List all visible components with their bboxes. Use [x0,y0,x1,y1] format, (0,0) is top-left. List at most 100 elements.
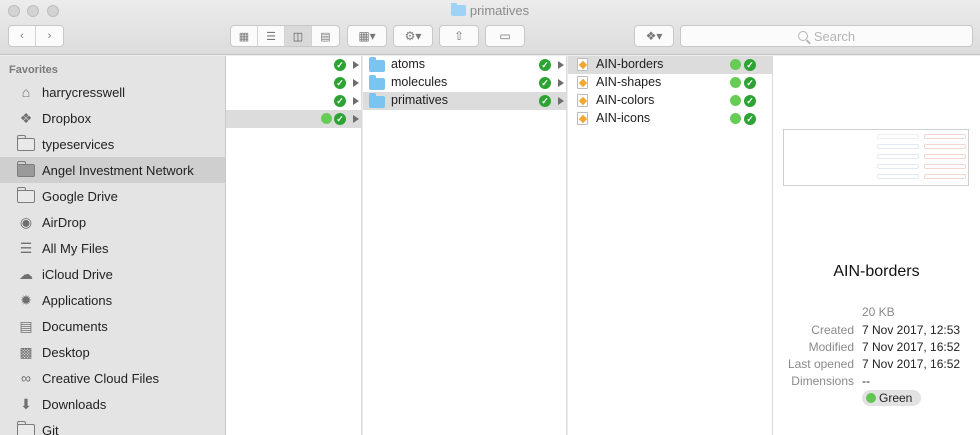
folder-icon [369,75,385,90]
sidebar-heading-favorites: Favorites [9,64,58,76]
disclosure-arrow-icon [558,79,564,87]
forward-button[interactable]: › [36,26,63,46]
sync-check-icon: ✓ [334,59,346,71]
sidebar-item-harrycresswell[interactable]: ⌂ harrycresswell [0,79,225,105]
window-titlebar: primatives ‹ › ▦ ☰ ◫ ▤ ▦▾ ⚙▾ ⇧ ▭ ❖▾ Sear… [0,0,980,55]
disclosure-arrow-icon [558,97,564,105]
cover-flow-button[interactable]: ▤ [312,26,339,46]
sidebar-item-label: Google Drive [42,188,118,204]
grid-icon: ▦ [238,30,250,43]
sync-check-icon: ✓ [744,77,756,89]
sync-check-icon: ✓ [334,95,346,107]
folder-icon [16,160,36,179]
all-files-icon: ☰ [19,239,33,256]
share-icon: ⇧ [453,29,465,43]
sidebar-item-downloads[interactable]: ⬇ Downloads [0,391,225,417]
sidebar-item-label: Documents [42,318,108,334]
list-item-primatives[interactable]: primatives ✓ [363,92,566,110]
sidebar-item-typeservices[interactable]: typeservices [0,131,225,157]
gear-icon: ⚙▾ [404,29,422,43]
dropbox-icon: ❖▾ [645,29,663,43]
sidebar-item-applications[interactable]: ✹ Applications [0,287,225,313]
applications-icon: ✹ [20,291,32,308]
disclosure-arrow-icon [353,79,359,87]
navigation-buttons: ‹ › [8,25,64,47]
sync-check-icon: ✓ [539,77,551,89]
tags-button[interactable]: ▭ [485,25,525,47]
list-icon: ☰ [266,30,276,43]
list-item-ain-shapes[interactable]: AIN-shapes ✓ [568,74,772,92]
sync-check-icon: ✓ [744,113,756,125]
arrange-grid-icon: ▦▾ [358,29,376,43]
action-button[interactable]: ⚙▾ [393,25,433,47]
green-tag-dot-icon [730,95,741,106]
list-item-atoms[interactable]: atoms ✓ [363,56,566,74]
list-item-ain-icons[interactable]: AIN-icons ✓ [568,110,772,128]
list-item[interactable]: ✓ [226,74,361,92]
last-opened-value: 7 Nov 2017, 16:52 [862,357,961,371]
sync-check-icon: ✓ [334,77,346,89]
list-item-label: AIN-shapes [596,75,662,89]
sidebar-item-icloud-drive[interactable]: ☁ iCloud Drive [0,261,225,287]
dropbox-icon: ❖ [19,109,33,126]
file-thumbnail[interactable] [783,129,969,186]
list-item[interactable]: ✓ [226,56,361,74]
created-label: Created [811,323,854,337]
sidebar-item-label: Creative Cloud Files [42,370,160,386]
sidebar: Favorites ⌂ harrycresswell ❖ Dropbox typ… [0,56,226,435]
green-tag-dot-icon [321,113,332,124]
disclosure-arrow-icon [353,115,359,123]
sidebar-item-documents[interactable]: ▤ Documents [0,313,225,339]
tag-icon: ▭ [499,29,511,43]
sync-check-icon: ✓ [744,59,756,71]
sidebar-item-label: iCloud Drive [42,266,113,282]
folder-icon [369,57,385,72]
tag-badge-green[interactable]: Green [862,390,922,406]
list-item-ain-colors[interactable]: AIN-colors ✓ [568,92,772,110]
sync-check-icon: ✓ [744,95,756,107]
list-item-label: primatives [391,93,448,107]
cloud-icon: ☁ [19,265,33,282]
folder-icon [369,93,385,108]
list-item[interactable]: ✓ [226,92,361,110]
downloads-icon: ⬇ [20,395,32,412]
dropbox-menu-button[interactable]: ❖▾ [634,25,674,47]
sidebar-item-airdrop[interactable]: ◉ AirDrop [0,209,225,235]
icon-view-button[interactable]: ▦ [231,26,258,46]
arrange-button[interactable]: ▦▾ [347,25,387,47]
disclosure-arrow-icon [558,61,564,69]
list-item-molecules[interactable]: molecules ✓ [363,74,566,92]
sidebar-item-desktop[interactable]: ▩ Desktop [0,339,225,365]
browser-column-2: atoms ✓ molecules ✓ primatives ✓ [363,56,567,435]
sidebar-item-all-my-files[interactable]: ☰ All My Files [0,235,225,261]
view-mode-control: ▦ ☰ ◫ ▤ [230,25,340,47]
list-view-button[interactable]: ☰ [258,26,285,46]
sidebar-item-dropbox[interactable]: ❖ Dropbox [0,105,225,131]
sidebar-item-google-drive[interactable]: Google Drive [0,183,225,209]
share-button[interactable]: ⇧ [439,25,479,47]
sketch-file-icon [577,58,588,71]
column-view-button[interactable]: ◫ [285,26,312,46]
disclosure-arrow-icon [353,97,359,105]
folder-icon [16,186,36,205]
list-item-label: AIN-icons [596,111,651,125]
sidebar-item-creative-cloud-files[interactable]: ∞ Creative Cloud Files [0,365,225,391]
disclosure-arrow-icon [353,61,359,69]
browser-column-1: ✓ ✓ ✓ ✓ [226,56,362,435]
back-button[interactable]: ‹ [9,26,36,46]
sync-check-icon: ✓ [334,113,346,125]
list-item-selected[interactable]: ✓ [226,110,361,128]
list-item-label: molecules [391,75,448,89]
sidebar-item-label: Angel Investment Network [42,162,194,178]
sidebar-item-git[interactable]: Git [0,417,225,435]
sidebar-item-label: Desktop [42,344,90,360]
green-tag-dot-icon [866,393,876,403]
sync-check-icon: ✓ [539,59,551,71]
search-field[interactable]: Search [680,25,973,47]
list-item-label: AIN-colors [596,93,655,107]
list-item-ain-borders[interactable]: AIN-borders ✓ [568,56,772,74]
sidebar-item-label: Dropbox [42,110,92,126]
sketch-file-icon [577,94,588,107]
airdrop-icon: ◉ [19,213,33,230]
sidebar-item-angel-investment-network[interactable]: Angel Investment Network [0,157,225,183]
